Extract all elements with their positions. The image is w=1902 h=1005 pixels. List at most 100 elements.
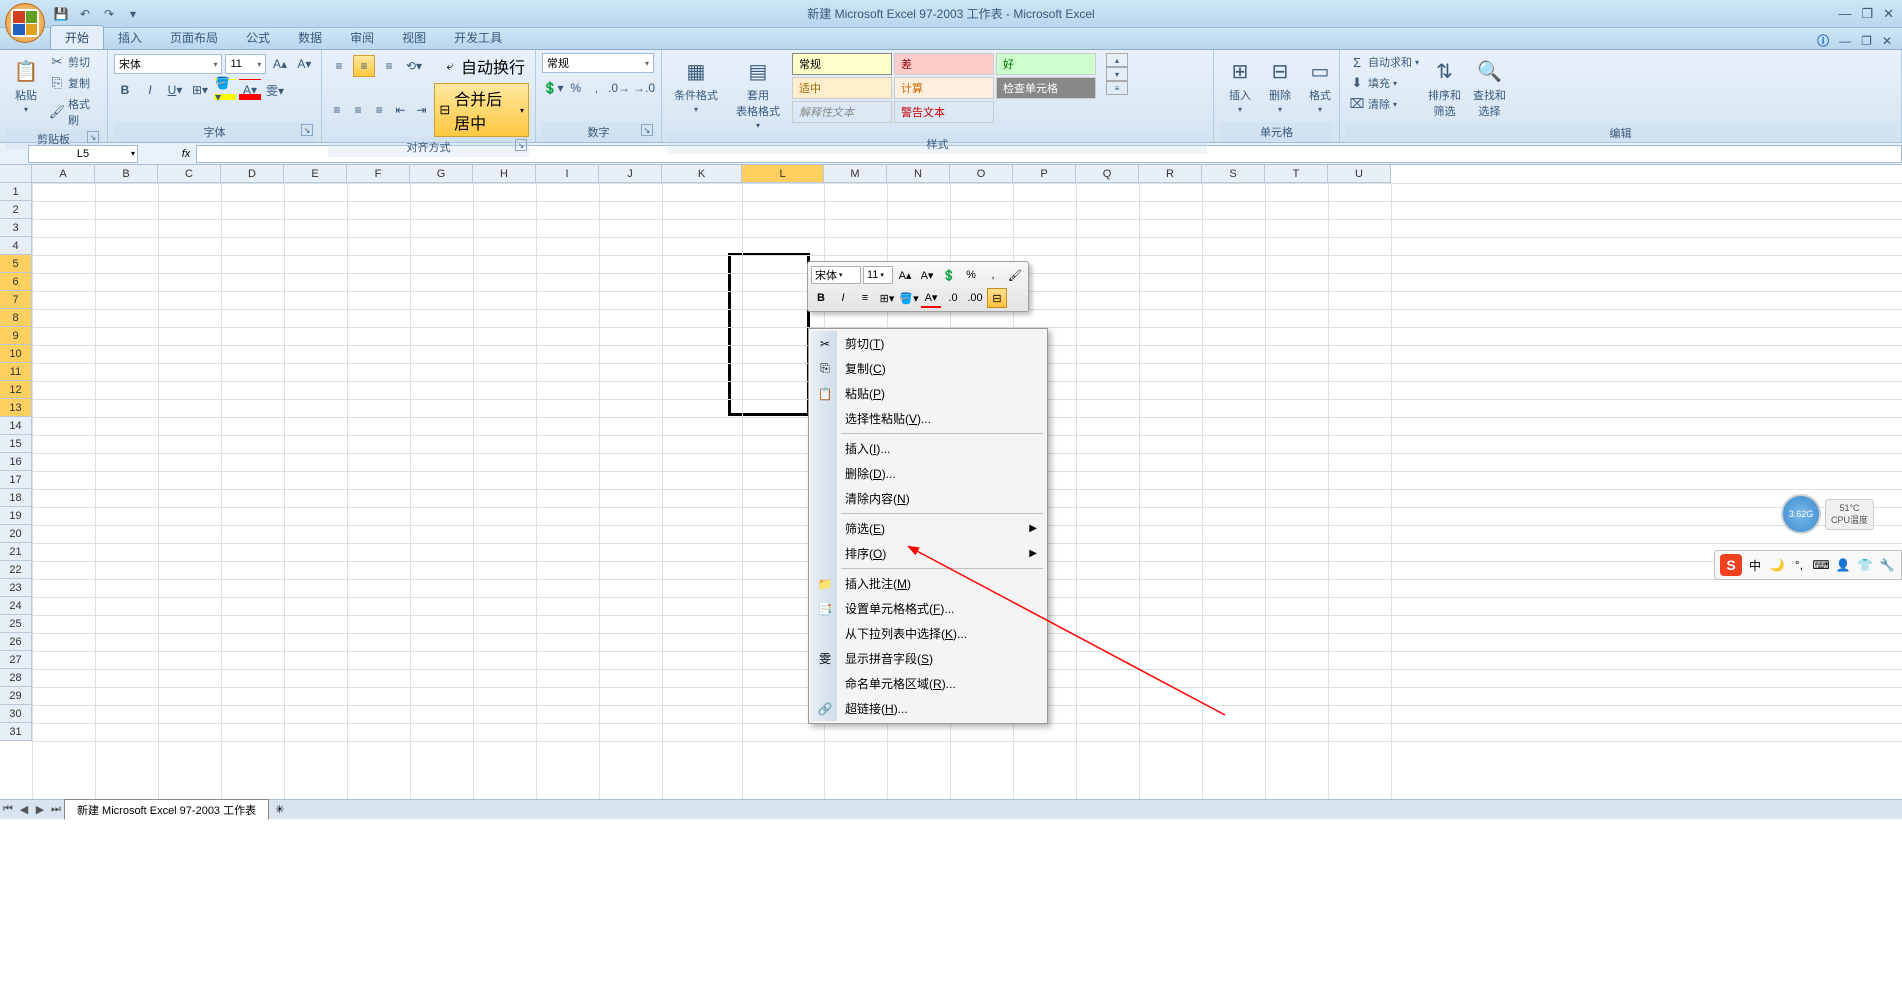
tab-developer[interactable]: 开发工具	[440, 26, 516, 49]
minimize-button[interactable]: —	[1838, 6, 1851, 22]
col-header-H[interactable]: H	[473, 165, 536, 183]
font-launcher[interactable]: ↘	[301, 124, 313, 136]
phonetic-button[interactable]: 雯▾	[264, 79, 286, 101]
delete-cells-button[interactable]: ⊟删除▾	[1260, 53, 1300, 118]
style-scroll-down[interactable]: ▾	[1106, 67, 1128, 81]
mini-painter-icon[interactable]: 🖌	[1005, 265, 1025, 285]
decrease-font-icon[interactable]: A▾	[294, 53, 315, 75]
paste-button[interactable]: 📋 粘贴 ▾	[6, 53, 46, 118]
align-center-icon[interactable]: ≡	[349, 99, 367, 121]
font-color-button[interactable]: A▾	[239, 79, 261, 101]
ime-logo-icon[interactable]: S	[1720, 554, 1742, 576]
sheet-nav-last[interactable]: ⏭	[48, 803, 64, 816]
row-header-11[interactable]: 11	[0, 363, 32, 381]
sheet-nav-next[interactable]: ▶	[32, 803, 48, 816]
mini-currency-icon[interactable]: 💲	[939, 265, 959, 285]
row-header-3[interactable]: 3	[0, 219, 32, 237]
row-header-26[interactable]: 26	[0, 633, 32, 651]
ime-skin-icon[interactable]: 👕	[1856, 556, 1874, 574]
row-header-6[interactable]: 6	[0, 273, 32, 291]
row-header-1[interactable]: 1	[0, 183, 32, 201]
col-header-S[interactable]: S	[1202, 165, 1265, 183]
row-header-7[interactable]: 7	[0, 291, 32, 309]
restore-window-icon[interactable]: ❐	[1861, 34, 1872, 48]
currency-icon[interactable]: 💲▾	[542, 77, 564, 99]
row-header-20[interactable]: 20	[0, 525, 32, 543]
qat-dropdown-icon[interactable]: ▾	[124, 5, 142, 23]
style-check[interactable]: 检查单元格	[996, 77, 1096, 99]
help-icon[interactable]: ⓘ	[1817, 32, 1829, 49]
ctx-phonetic[interactable]: 雯显示拼音字段(S)	[811, 646, 1045, 671]
ctx-filter[interactable]: 筛选(E)▶	[811, 516, 1045, 541]
dec-decimal-icon[interactable]: →.0	[633, 77, 655, 99]
tab-view[interactable]: 视图	[388, 26, 440, 49]
ctx-dropdown-pick[interactable]: 从下拉列表中选择(K)...	[811, 621, 1045, 646]
row-header-25[interactable]: 25	[0, 615, 32, 633]
col-header-B[interactable]: B	[95, 165, 158, 183]
style-more[interactable]: ≡	[1106, 81, 1128, 95]
ime-tool-icon[interactable]: 🔧	[1878, 556, 1896, 574]
col-header-P[interactable]: P	[1013, 165, 1076, 183]
align-left-icon[interactable]: ≡	[328, 99, 346, 121]
office-button[interactable]	[5, 3, 45, 43]
row-header-14[interactable]: 14	[0, 417, 32, 435]
sheet-tab[interactable]: 新建 Microsoft Excel 97-2003 工作表	[64, 799, 269, 820]
border-button[interactable]: ⊞▾	[189, 79, 211, 101]
style-calc[interactable]: 计算	[894, 77, 994, 99]
col-header-L[interactable]: L	[742, 165, 824, 183]
row-header-4[interactable]: 4	[0, 237, 32, 255]
copy-button[interactable]: ⎘复制	[46, 74, 101, 92]
merge-center-button[interactable]: ⊟合并后居中▾	[434, 83, 529, 137]
number-launcher[interactable]: ↘	[641, 124, 653, 136]
mini-percent-icon[interactable]: %	[961, 265, 981, 285]
row-header-15[interactable]: 15	[0, 435, 32, 453]
percent-icon[interactable]: %	[567, 77, 585, 99]
indent-inc-icon[interactable]: ⇥	[412, 99, 430, 121]
ctx-insert-comment[interactable]: 📁插入批注(M)	[811, 571, 1045, 596]
row-header-30[interactable]: 30	[0, 705, 32, 723]
close-doc-icon[interactable]: ✕	[1882, 34, 1892, 48]
align-middle-icon[interactable]: ≡	[353, 55, 375, 77]
select-all-corner[interactable]	[0, 165, 32, 183]
ime-lang-button[interactable]: 中	[1746, 556, 1764, 574]
row-header-16[interactable]: 16	[0, 453, 32, 471]
clear-button[interactable]: ⌧清除▾	[1346, 95, 1422, 113]
row-header-13[interactable]: 13	[0, 399, 32, 417]
col-header-A[interactable]: A	[32, 165, 95, 183]
clipboard-launcher[interactable]: ↘	[87, 131, 99, 143]
tab-formulas[interactable]: 公式	[232, 26, 284, 49]
tab-home[interactable]: 开始	[50, 25, 104, 49]
col-header-D[interactable]: D	[221, 165, 284, 183]
fill-color-button[interactable]: 🪣▾	[214, 79, 236, 101]
ctx-delete[interactable]: 删除(D)...	[811, 461, 1045, 486]
ctx-clear[interactable]: 清除内容(N)	[811, 486, 1045, 511]
mini-border-icon[interactable]: ⊞▾	[877, 288, 897, 308]
style-explain[interactable]: 解释性文本	[792, 101, 892, 123]
mini-align-icon[interactable]: ≡	[855, 288, 875, 308]
comma-icon[interactable]: ,	[588, 77, 606, 99]
row-header-18[interactable]: 18	[0, 489, 32, 507]
col-header-U[interactable]: U	[1328, 165, 1391, 183]
row-header-12[interactable]: 12	[0, 381, 32, 399]
align-bottom-icon[interactable]: ≡	[378, 55, 400, 77]
italic-button[interactable]: I	[139, 79, 161, 101]
find-select-button[interactable]: 🔍查找和 选择	[1467, 53, 1512, 123]
autosum-button[interactable]: Σ自动求和▾	[1346, 53, 1422, 71]
tab-data[interactable]: 数据	[284, 26, 336, 49]
row-header-21[interactable]: 21	[0, 543, 32, 561]
mini-comma-icon[interactable]: ,	[983, 265, 1003, 285]
mini-italic-icon[interactable]: I	[833, 288, 853, 308]
align-right-icon[interactable]: ≡	[370, 99, 388, 121]
ime-punct-icon[interactable]: °,	[1790, 556, 1808, 574]
row-header-24[interactable]: 24	[0, 597, 32, 615]
mini-incdec-icon[interactable]: .0	[943, 288, 963, 308]
row-header-28[interactable]: 28	[0, 669, 32, 687]
row-header-29[interactable]: 29	[0, 687, 32, 705]
col-header-K[interactable]: K	[662, 165, 742, 183]
cell-styles-gallery[interactable]: 常规 差 好 适中 计算 检查单元格 解释性文本 警告文本	[792, 53, 1096, 123]
ctx-cut[interactable]: ✂剪切(T)	[811, 331, 1045, 356]
col-header-R[interactable]: R	[1139, 165, 1202, 183]
tab-review[interactable]: 审阅	[336, 26, 388, 49]
mini-shrink-icon[interactable]: A▾	[917, 265, 937, 285]
bold-button[interactable]: B	[114, 79, 136, 101]
